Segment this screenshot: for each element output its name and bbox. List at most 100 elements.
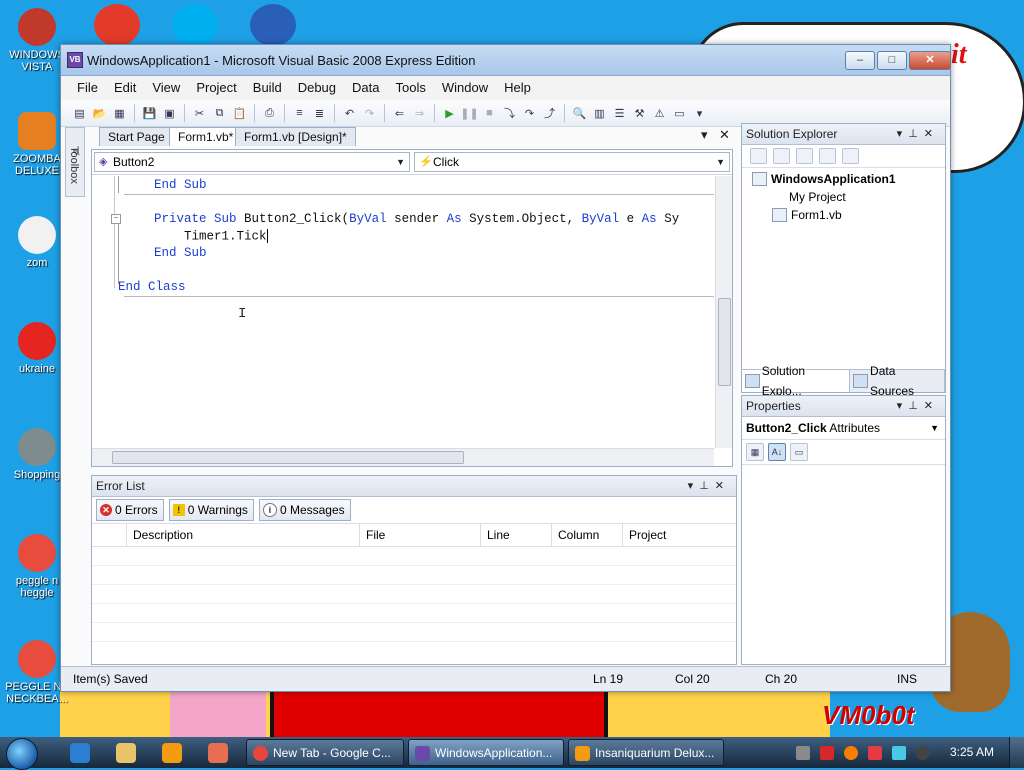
maximize-button[interactable]: □ [877,51,907,70]
column-column[interactable]: Column [552,524,623,546]
refresh-icon[interactable] [796,148,813,164]
dropdown-icon[interactable]: ▾ [897,400,909,412]
copy-icon[interactable]: ⧉ [211,105,228,122]
pin-icon[interactable]: ⊥ [908,128,924,140]
redo-icon[interactable]: ↷ [361,105,378,122]
start-debugging-icon[interactable]: ▶ [441,105,458,122]
alphabetical-icon[interactable]: A↓ [768,443,786,461]
menu-window[interactable]: Window [434,76,496,100]
pause-icon[interactable]: ❚❚ [460,105,478,122]
class-name-combo[interactable]: ◈ Button2 ▼ [94,152,410,172]
stop-icon[interactable]: ■ [481,105,498,122]
column-line[interactable]: Line [481,524,552,546]
close-document-icon[interactable]: ✕ [719,127,730,143]
vertical-scroll-thumb[interactable] [718,298,731,386]
tray-network-icon[interactable] [796,746,810,760]
code-text-area[interactable]: − End Sub Private Sub Button2_Click(ByVa… [92,176,714,448]
properties-icon[interactable] [750,148,767,164]
errors-filter-button[interactable]: ✕ 0 Errors [96,499,164,521]
navigate-back-icon[interactable]: ⇐ [391,105,408,122]
menu-file[interactable]: File [69,76,106,100]
print-icon[interactable]: ⎙ [261,105,278,122]
tree-project-node[interactable]: WindowsApplication1 [752,172,896,186]
desktop-top-icon-skype[interactable] [172,4,218,46]
menu-build[interactable]: Build [245,76,290,100]
menu-project[interactable]: Project [188,76,244,100]
new-project-icon[interactable]: ▤ [71,105,88,122]
error-list-icon[interactable]: ⚠ [651,105,668,122]
tray-search-icon[interactable] [844,746,858,760]
show-all-files-icon[interactable] [773,148,790,164]
show-desktop-button[interactable] [1009,737,1024,768]
tab-start-page[interactable]: Start Page [99,127,174,146]
explorer-folder-icon[interactable] [116,743,136,763]
comment-icon[interactable]: ≡ [291,105,308,122]
pin-icon[interactable]: ⊥ [908,400,924,412]
solution-explorer-icon[interactable]: ▥ [591,105,608,122]
tray-flag-icon[interactable] [868,746,882,760]
toolbox-tab[interactable]: ✎ Toolbox [65,127,85,197]
tab-solution-explorer[interactable]: Solution Explo... [742,364,851,398]
uncomment-icon[interactable]: ≣ [311,105,328,122]
properties-object-selector[interactable]: Button2_Click Attributes ▼ [742,417,945,440]
close-icon[interactable]: ✕ [924,400,939,412]
menu-debug[interactable]: Debug [290,76,344,100]
properties-icon[interactable]: ☰ [611,105,628,122]
internet-explorer-icon[interactable] [70,743,90,763]
menu-tools[interactable]: Tools [387,76,433,100]
tab-form1-code[interactable]: Form1.vb* [169,127,243,146]
tray-volume-icon[interactable] [916,746,930,760]
method-name-combo[interactable]: ⚡ Click ▼ [414,152,730,172]
column-file[interactable]: File [360,524,481,546]
toolbox-icon[interactable]: ⚒ [631,105,648,122]
warnings-filter-button[interactable]: ! 0 Warnings [168,499,254,521]
tray-antivirus-icon[interactable] [820,746,834,760]
paste-icon[interactable]: 📋 [231,105,248,122]
horizontal-scroll-thumb[interactable] [112,451,464,464]
step-over-icon[interactable]: ↷ [521,105,538,122]
pin-icon[interactable]: ⊥ [699,480,715,492]
tab-list-dropdown-icon[interactable]: ▾ [701,127,708,143]
column-project[interactable]: Project [623,524,729,546]
horizontal-scrollbar[interactable] [92,448,714,466]
save-all-icon[interactable]: ▣ [161,105,178,122]
save-icon[interactable]: 💾 [141,105,158,122]
close-icon[interactable]: ✕ [924,128,939,140]
dropdown-icon[interactable]: ▾ [897,128,909,140]
navigate-forward-icon[interactable]: ⇒ [411,105,428,122]
menu-help[interactable]: Help [496,76,539,100]
step-into-icon[interactable]: ⤵ [501,105,518,122]
view-code-icon[interactable] [819,148,836,164]
taskbar-item-insaniquarium[interactable]: Insaniquarium Delux... [568,739,724,766]
find-icon[interactable]: 🔍 [571,105,588,122]
property-pages-icon[interactable]: ▭ [790,443,808,461]
step-out-icon[interactable]: ⤴ [541,105,558,122]
menu-view[interactable]: View [144,76,188,100]
taskbar-item-chrome[interactable]: New Tab - Google C... [246,739,404,766]
desktop-top-icon-peggle[interactable] [94,4,140,46]
add-item-icon[interactable]: ▦ [111,105,128,122]
menu-data[interactable]: Data [344,76,387,100]
open-folder-icon[interactable]: 📂 [91,105,108,122]
tab-data-sources[interactable]: Data Sources [850,364,945,398]
quick-launch-app-icon[interactable] [208,743,228,763]
tree-item-form1[interactable]: Form1.vb [772,208,842,222]
close-icon[interactable]: ✕ [715,480,730,492]
view-designer-icon[interactable] [842,148,859,164]
desktop-top-icon-globe[interactable] [250,4,296,46]
dropdown-icon[interactable]: ▾ [688,480,700,492]
tree-item-my-project[interactable]: My Project [772,190,846,204]
column-description[interactable]: Description [127,524,360,546]
taskbar-item-vb[interactable]: WindowsApplication... [408,739,564,766]
vertical-scrollbar[interactable] [715,176,732,448]
tab-form1-design[interactable]: Form1.vb [Design]* [235,127,356,146]
close-button[interactable]: ✕ [909,51,951,70]
column-icon[interactable] [92,524,127,546]
start-page-icon[interactable]: ▭ [671,105,688,122]
menu-edit[interactable]: Edit [106,76,144,100]
minimize-button[interactable]: – [845,51,875,70]
categorized-icon[interactable]: ▦ [746,443,764,461]
cut-icon[interactable]: ✂ [191,105,208,122]
collapse-toggle[interactable]: − [111,214,121,224]
media-player-icon[interactable] [162,743,182,763]
